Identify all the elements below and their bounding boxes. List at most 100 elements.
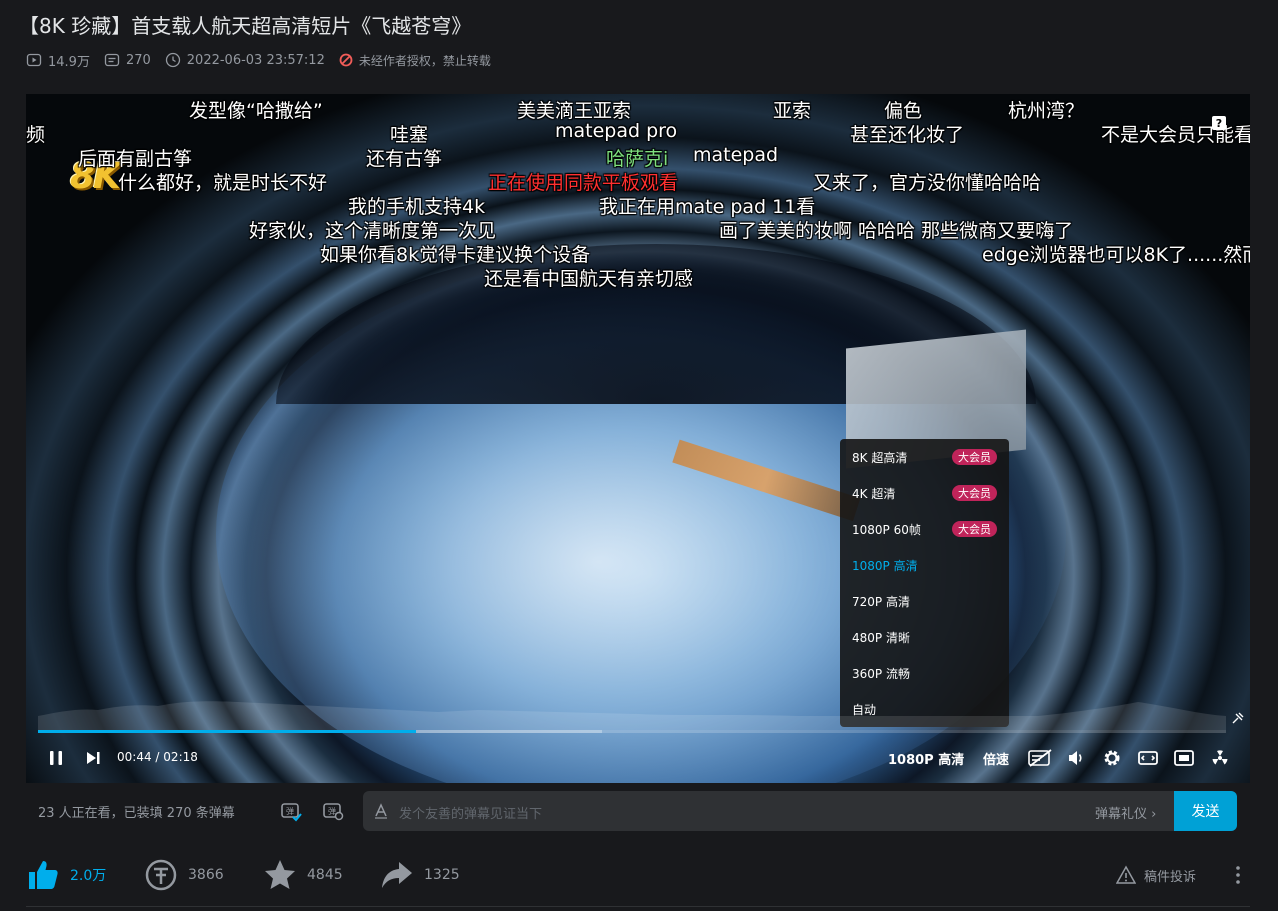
quality-option-label: 1080P 60帧 — [852, 522, 921, 537]
time-display: 00:44 / 02:18 — [117, 750, 198, 764]
report-label: 稿件投诉 — [1144, 869, 1197, 885]
send-button[interactable]: 发送 — [1174, 791, 1237, 831]
quality-option[interactable]: 1080P 高清 — [852, 555, 997, 575]
publish-time-stat: 2022-06-03 23:57:12 — [165, 52, 325, 68]
danmaku-item: 还有古筝 — [366, 148, 443, 170]
video-player[interactable]: 8K 发型像“哈撒给” 美美滴王亚索 亚索 偏色 杭州湾？ 频 哇塞 matep… — [26, 94, 1250, 783]
danmaku-item: 又来了，官方没你懂哈哈哈 — [813, 172, 1042, 194]
divider — [26, 906, 1250, 907]
next-button[interactable] — [83, 748, 103, 768]
thumbs-up-icon — [29, 861, 58, 889]
quality-option-label: 4K 超清 — [852, 486, 896, 501]
copyright-text: 未经作者授权，禁止转载 — [358, 53, 491, 68]
more-options-button[interactable] — [1230, 863, 1246, 891]
danmaku-send-bar: 23 人正在看，已装填 270 条弹幕 弹 弹 发个友善的弹幕见证当下 弹幕礼仪… — [26, 790, 1250, 832]
danmaku-switch-button[interactable]: 弹 — [279, 799, 303, 823]
volume-icon — [1069, 751, 1082, 765]
danmaku-count: 270 — [125, 52, 151, 68]
widescreen-button[interactable] — [1137, 748, 1159, 768]
play-count-icon — [26, 53, 42, 67]
video-meta: 14.9万 270 2022-06-03 23:57:12 未经作者授权，禁止转… — [26, 51, 505, 70]
publish-time: 2022-06-03 23:57:12 — [186, 52, 325, 68]
clock-icon — [165, 52, 180, 68]
quality-option[interactable]: 1080P 60帧 大会员 — [852, 519, 997, 539]
coin-button[interactable]: 3866 — [144, 855, 224, 895]
danmaku-item: 不是大会员只能看 — [1101, 124, 1250, 146]
views-count: 14.9万 — [48, 54, 90, 70]
quality-option-label: 360P 流畅 — [852, 666, 910, 681]
share-button[interactable]: 1325 — [380, 855, 460, 895]
settings-button[interactable] — [1102, 748, 1122, 768]
quality-menu: 8K 超高清 大会员 4K 超清 大会员 1080P 60帧 大会员 1080P 高清 720… — [840, 439, 1009, 727]
danmaku-item: 偏色 — [884, 100, 923, 122]
coin-count: 3866 — [188, 867, 224, 883]
quality-option[interactable]: 720P 高清 — [852, 591, 997, 611]
like-button[interactable]: 2.0万 — [26, 855, 106, 895]
danmaku-etiquette-link[interactable]: 弹幕礼仪 › — [1095, 803, 1156, 822]
danmaku-count-icon — [104, 53, 120, 67]
more-vertical-icon — [1236, 866, 1240, 884]
web-fullscreen-button[interactable] — [1173, 748, 1195, 768]
vip-badge: 大会员 — [952, 521, 997, 537]
danmaku-settings-icon: 弹 — [323, 803, 344, 821]
coin-icon — [145, 859, 177, 891]
video-actions: 2.0万 3866 4845 1325 稿件投诉 — [26, 855, 1250, 895]
star-icon — [265, 860, 295, 889]
quality-option[interactable]: 8K 超高清 大会员 — [852, 447, 997, 467]
copyright-notice: 未经作者授权，禁止转载 — [339, 52, 491, 69]
vip-badge: 大会员 — [952, 485, 997, 501]
danmaku-item: matepad pro — [555, 120, 678, 142]
favorite-button[interactable]: 4845 — [263, 855, 343, 895]
pause-button[interactable] — [46, 748, 66, 768]
danmaku-item: 还是看中国航天有亲切感 — [484, 268, 694, 290]
danmaku-settings-button[interactable]: 弹 — [321, 799, 345, 823]
danmaku-item: 好家伙，这个清晰度第一次见 — [249, 220, 497, 242]
help-icon[interactable]: ? — [1212, 116, 1226, 130]
views-stat: 14.9万 — [26, 51, 90, 70]
danmaku-input-placeholder[interactable]: 发个友善的弹幕见证当下 — [399, 803, 542, 822]
viewers-info: 23 人正在看，已装填 270 条弹幕 — [38, 806, 235, 821]
widescreen-icon — [1138, 751, 1158, 765]
progress-played — [38, 730, 416, 733]
danmaku-item: 如果你看8k觉得卡建议换个设备 — [320, 244, 591, 266]
danmaku-item: 正在使用同款平板观看 — [488, 172, 679, 194]
quality-option[interactable]: 360P 流畅 — [852, 663, 997, 683]
danmaku-item: 甚至还化妆了 — [850, 124, 965, 146]
volume-button[interactable] — [1066, 748, 1086, 768]
danmaku-item: 后面有副古筝 — [78, 148, 193, 170]
font-style-icon[interactable] — [373, 803, 389, 819]
danmaku-item: 哈萨克i — [606, 148, 669, 170]
danmaku-item: matepad — [693, 144, 779, 166]
danmaku-input-box[interactable]: 发个友善的弹幕见证当下 弹幕礼仪 › 发送 — [363, 791, 1237, 831]
danmaku-item: 我的手机支持4k — [348, 196, 486, 218]
next-icon — [87, 752, 100, 764]
favorite-count: 4845 — [307, 867, 343, 883]
vip-badge: 大会员 — [952, 449, 997, 465]
speed-button[interactable]: 倍速 — [983, 749, 1009, 768]
svg-text:弹: 弹 — [286, 806, 294, 816]
fullscreen-button[interactable] — [1209, 748, 1231, 768]
danmaku-item: 哇塞 — [390, 124, 429, 146]
quality-option[interactable]: 480P 清晰 — [852, 627, 997, 647]
time-separator: / — [155, 750, 160, 764]
quality-option-label: 1080P 高清 — [852, 558, 918, 573]
quality-option[interactable]: 4K 超清 大会员 — [852, 483, 997, 503]
quality-button[interactable]: 1080P 高清 — [888, 749, 964, 768]
danmaku-item: 发型像“哈撒给” — [189, 100, 323, 122]
danmaku-item: 频 — [26, 124, 46, 146]
progress-pin-icon[interactable] — [1230, 710, 1246, 726]
danmaku-stat: 270 — [104, 52, 151, 68]
danmaku-toggle-button[interactable] — [1027, 748, 1053, 768]
danmaku-item: 画了美美的妆啊 哈哈哈 那些微商又要嗨了 — [719, 220, 1074, 242]
danmaku-on-icon: 弹 — [281, 803, 302, 822]
player-controls: 00:44 / 02:18 1080P 高清 倍速 — [26, 742, 1250, 774]
share-icon — [382, 862, 412, 888]
report-button[interactable]: 稿件投诉 — [1116, 865, 1196, 885]
duration: 02:18 — [163, 750, 198, 764]
progress-bar[interactable] — [38, 730, 1226, 733]
danmaku-item: 我正在用mate pad 11看 — [599, 196, 816, 218]
quality-option-label: 720P 高清 — [852, 594, 910, 609]
radiation-fullscreen-icon — [1212, 750, 1228, 765]
share-count: 1325 — [424, 867, 460, 883]
danmaku-item: edge浏览器也可以8K了......然而 — [982, 244, 1250, 266]
